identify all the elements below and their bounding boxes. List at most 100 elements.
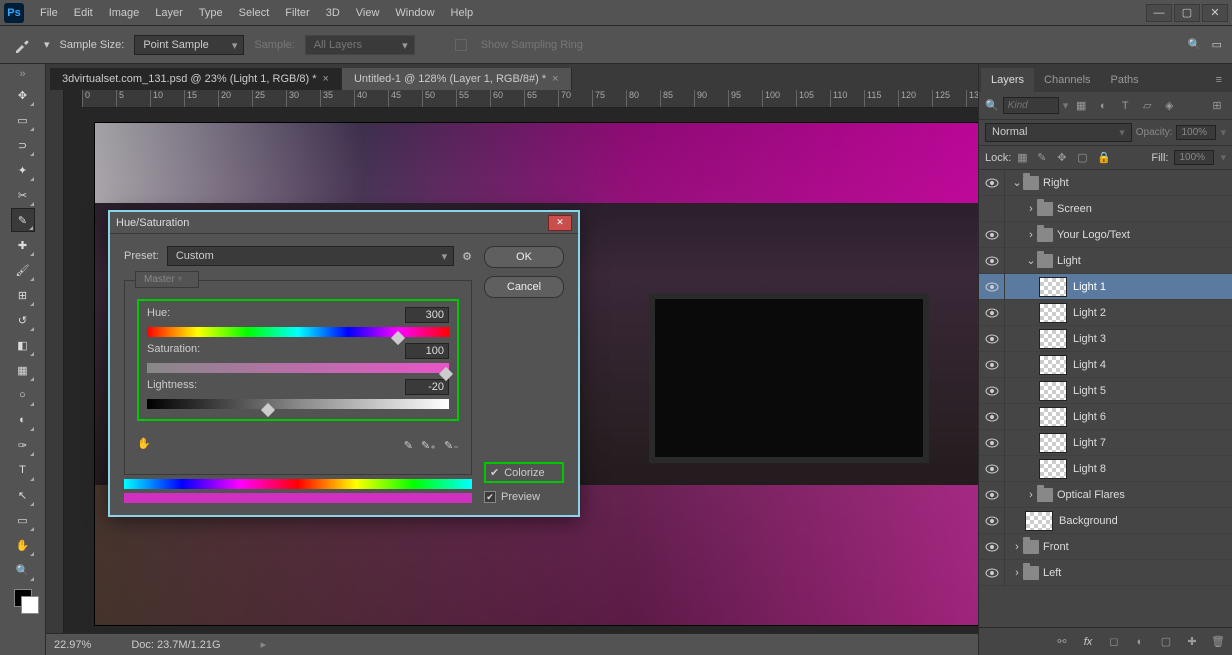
- toggle-arrow-icon[interactable]: ›: [1025, 203, 1037, 215]
- crop-tool[interactable]: ✂: [11, 183, 35, 207]
- delete-icon[interactable]: 🗑: [1210, 635, 1226, 648]
- visibility-icon[interactable]: [979, 248, 1005, 274]
- wand-tool[interactable]: ✦: [11, 158, 35, 182]
- close-button[interactable]: ✕: [1202, 4, 1228, 22]
- layer-row[interactable]: Light 6: [979, 404, 1232, 430]
- layer-row[interactable]: ›Screen: [979, 196, 1232, 222]
- toggle-arrow-icon[interactable]: ›: [1011, 541, 1023, 553]
- maximize-button[interactable]: ▢: [1174, 4, 1200, 22]
- menu-help[interactable]: Help: [443, 3, 482, 23]
- filter-toggle[interactable]: ⊞: [1208, 97, 1226, 115]
- type-tool[interactable]: T: [11, 458, 35, 482]
- filter-smart-icon[interactable]: ◈: [1160, 97, 1178, 115]
- visibility-icon[interactable]: [979, 352, 1005, 378]
- eyedropper-subtract-icon[interactable]: ✎₋: [444, 439, 459, 452]
- menu-select[interactable]: Select: [231, 3, 278, 23]
- ok-button[interactable]: OK: [484, 246, 564, 268]
- shape-tool[interactable]: ▭: [11, 508, 35, 532]
- toggle-arrow-icon[interactable]: ⌄: [1011, 176, 1023, 189]
- layer-row[interactable]: Light 3: [979, 326, 1232, 352]
- channel-select[interactable]: Master: [135, 271, 199, 288]
- layer-thumbnail[interactable]: [1039, 433, 1067, 453]
- toggle-arrow-icon[interactable]: ⌄: [1025, 254, 1037, 267]
- hue-slider[interactable]: [147, 327, 449, 337]
- visibility-icon[interactable]: [979, 534, 1005, 560]
- visibility-icon[interactable]: [979, 196, 1005, 222]
- toggle-arrow-icon[interactable]: ›: [1025, 489, 1037, 501]
- layer-row[interactable]: ›Your Logo/Text: [979, 222, 1232, 248]
- layer-row[interactable]: Light 7: [979, 430, 1232, 456]
- lightness-input[interactable]: [405, 379, 449, 395]
- background-color[interactable]: [21, 596, 39, 614]
- toggle-arrow-icon[interactable]: ›: [1025, 229, 1037, 241]
- visibility-icon[interactable]: [979, 560, 1005, 586]
- preset-gear-icon[interactable]: ⚙: [462, 250, 472, 263]
- eyedropper-add-icon[interactable]: ✎₊: [421, 439, 436, 452]
- layer-row[interactable]: Light 8: [979, 456, 1232, 482]
- fill-input[interactable]: 100%: [1174, 150, 1214, 165]
- layer-row[interactable]: Light 5: [979, 378, 1232, 404]
- fx-icon[interactable]: fx: [1080, 636, 1096, 648]
- visibility-icon[interactable]: [979, 378, 1005, 404]
- layer-row[interactable]: ›Left: [979, 560, 1232, 586]
- colorize-checkbox[interactable]: ✔: [490, 466, 499, 479]
- zoom-level[interactable]: 22.97%: [54, 639, 91, 651]
- visibility-icon[interactable]: [979, 170, 1005, 196]
- path-tool[interactable]: ↖: [11, 483, 35, 507]
- filter-adjust-icon[interactable]: ◐: [1094, 97, 1112, 115]
- visibility-icon[interactable]: [979, 508, 1005, 534]
- adjustment-icon[interactable]: ◐: [1132, 636, 1148, 648]
- workspace-icon[interactable]: ▭: [1212, 38, 1222, 51]
- layer-thumbnail[interactable]: [1039, 303, 1067, 323]
- document-tab[interactable]: 3dvirtualset.com_131.psd @ 23% (Light 1,…: [50, 68, 342, 90]
- lock-all-icon[interactable]: 🔒: [1097, 151, 1111, 165]
- menu-image[interactable]: Image: [101, 3, 148, 23]
- menu-edit[interactable]: Edit: [66, 3, 101, 23]
- saturation-input[interactable]: [405, 343, 449, 359]
- eyedropper-tool[interactable]: ✎: [11, 208, 35, 232]
- layer-thumbnail[interactable]: [1039, 381, 1067, 401]
- kind-filter[interactable]: [1003, 97, 1059, 114]
- document-tab[interactable]: Untitled-1 @ 128% (Layer 1, RGB/8#) *×: [342, 68, 572, 90]
- menu-layer[interactable]: Layer: [147, 3, 191, 23]
- lock-position-icon[interactable]: ✥: [1057, 151, 1071, 165]
- layer-thumbnail[interactable]: [1039, 459, 1067, 479]
- lock-brush-icon[interactable]: ✎: [1037, 151, 1051, 165]
- filter-shape-icon[interactable]: ▱: [1138, 97, 1156, 115]
- blend-mode-select[interactable]: Normal ▾: [985, 123, 1132, 142]
- cancel-button[interactable]: Cancel: [484, 276, 564, 298]
- layer-row[interactable]: Light 4: [979, 352, 1232, 378]
- layer-thumbnail[interactable]: [1025, 511, 1053, 531]
- minimize-button[interactable]: —: [1146, 4, 1172, 22]
- tab-close-icon[interactable]: ×: [552, 73, 558, 85]
- lightness-handle[interactable]: [261, 403, 275, 417]
- stamp-tool[interactable]: ⊞: [11, 283, 35, 307]
- preview-checkbox[interactable]: ✔: [484, 491, 496, 503]
- group-icon[interactable]: ▢: [1158, 635, 1174, 648]
- marquee-tool[interactable]: ▭: [11, 108, 35, 132]
- move-tool[interactable]: ✥: [11, 83, 35, 107]
- menu-3d[interactable]: 3D: [318, 3, 348, 23]
- tool-preset-icon[interactable]: [10, 33, 34, 57]
- dialog-close-button[interactable]: ✕: [548, 215, 572, 231]
- history-tool[interactable]: ↺: [11, 308, 35, 332]
- layer-row[interactable]: ›Front: [979, 534, 1232, 560]
- dodge-tool[interactable]: ◐: [11, 408, 35, 432]
- zoom-tool[interactable]: 🔍: [11, 558, 35, 582]
- toolbar-collapse[interactable]: »: [2, 68, 43, 80]
- sample-size-select[interactable]: Point Sample: [134, 35, 244, 55]
- lock-pixels-icon[interactable]: ▦: [1017, 151, 1031, 165]
- visibility-icon[interactable]: [979, 222, 1005, 248]
- search-icon[interactable]: 🔍: [1188, 38, 1202, 51]
- mask-icon[interactable]: ◻: [1106, 635, 1122, 648]
- visibility-icon[interactable]: [979, 326, 1005, 352]
- hand-tool[interactable]: ✋: [11, 533, 35, 557]
- visibility-icon[interactable]: [979, 482, 1005, 508]
- layer-thumbnail[interactable]: [1039, 407, 1067, 427]
- opacity-input[interactable]: 100%: [1176, 125, 1216, 140]
- brush-tool[interactable]: 🖌: [11, 258, 35, 282]
- menu-view[interactable]: View: [348, 3, 388, 23]
- layer-row[interactable]: Light 1: [979, 274, 1232, 300]
- visibility-icon[interactable]: [979, 274, 1005, 300]
- tab-close-icon[interactable]: ×: [323, 73, 329, 85]
